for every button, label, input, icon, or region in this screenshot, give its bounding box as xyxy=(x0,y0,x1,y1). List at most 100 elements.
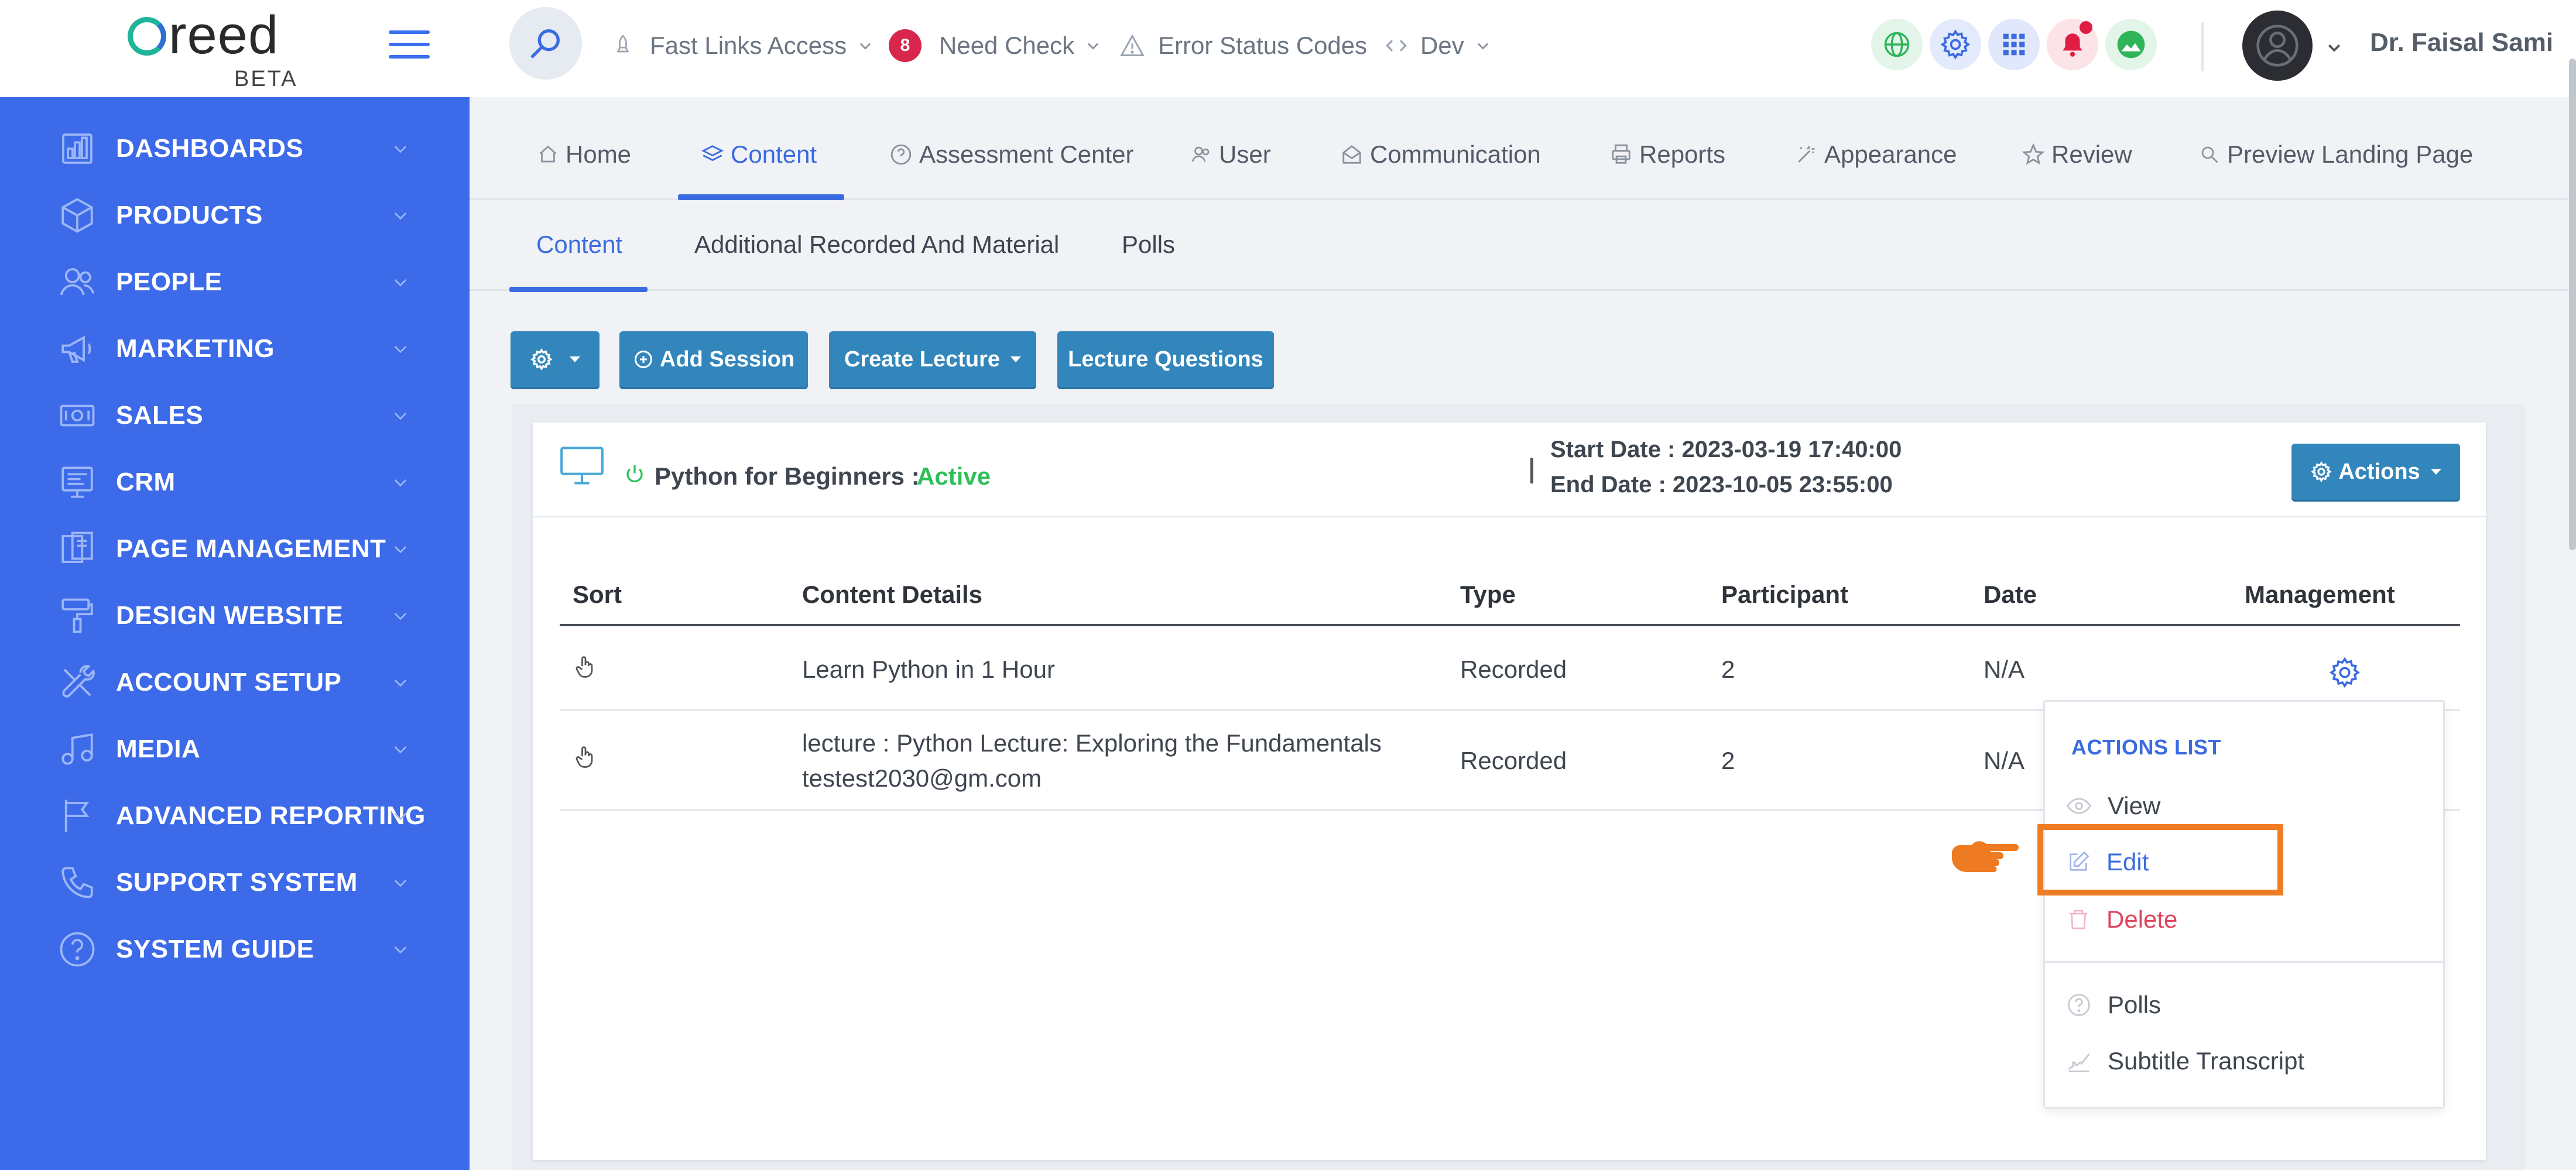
sidebar-item-system-guide[interactable]: SYSTEM GUIDE xyxy=(0,920,470,979)
scrollbar-thumb[interactable] xyxy=(2569,59,2576,550)
magic-wand-icon xyxy=(1798,146,1815,163)
layers-icon xyxy=(701,145,724,162)
drag-handle-icon[interactable] xyxy=(573,654,598,680)
settings-dropdown-button[interactable] xyxy=(511,331,600,387)
add-session-button[interactable]: Add Session xyxy=(619,331,808,387)
notifications-button[interactable] xyxy=(2047,19,2098,70)
chevron-down-icon xyxy=(394,212,407,220)
user-icon xyxy=(2256,25,2298,67)
rocket-icon xyxy=(616,35,629,53)
tab-communication[interactable]: Communication xyxy=(1341,137,1541,172)
drag-handle-icon[interactable] xyxy=(573,744,598,770)
logo-text: reed xyxy=(169,5,279,65)
search-icon xyxy=(2201,146,2218,163)
tab-label: Preview Landing Page xyxy=(2227,140,2474,168)
sidebar-item-label: ACCOUNT SETUP xyxy=(116,668,342,696)
subtab-content[interactable]: Content xyxy=(536,231,622,259)
divider xyxy=(2201,22,2204,71)
menu-item-delete[interactable]: Delete xyxy=(2067,899,2177,940)
column-header-sort[interactable]: Sort xyxy=(573,581,622,609)
tab-assessment-center[interactable]: Assessment Center xyxy=(890,137,1133,172)
sidebar-item-label: DESIGN WEBSITE xyxy=(116,601,344,630)
tab-home[interactable]: Home xyxy=(537,137,631,172)
tab-content[interactable]: Content xyxy=(701,137,817,172)
column-header-participant[interactable]: Participant xyxy=(1721,581,1848,609)
tab-review[interactable]: Review xyxy=(2022,137,2132,172)
user-name[interactable]: Dr. Faisal Sami xyxy=(2370,28,2553,57)
gallery-button[interactable] xyxy=(2105,19,2157,70)
sidebar-item-advanced-reporting[interactable]: ADVANCED REPORTING xyxy=(0,787,470,845)
menu-toggle-icon[interactable] xyxy=(389,30,430,60)
brand-logo[interactable]: reed BETA xyxy=(128,5,303,91)
warning-icon xyxy=(1120,34,1145,56)
sidebar-item-dashboards[interactable]: DASHBOARDS xyxy=(0,119,470,178)
chevron-down-icon xyxy=(394,279,407,287)
sidebar-item-design-website[interactable]: DESIGN WEBSITE xyxy=(0,586,470,645)
subtab-additional-recorded[interactable]: Additional Recorded And Material xyxy=(694,231,1059,259)
row-2-details[interactable]: lecture : Python Lecture: Exploring the … xyxy=(802,726,1382,761)
tab-appearance[interactable]: Appearance xyxy=(1795,137,1957,172)
create-lecture-button[interactable]: Create Lecture xyxy=(829,331,1036,387)
dev-dropdown[interactable]: Dev xyxy=(1384,28,1491,63)
help-circle-icon xyxy=(2068,994,2090,1016)
menu-item-subtitle-transcript[interactable]: Subtitle Transcript xyxy=(2067,1041,2304,1082)
sidebar-item-products[interactable]: PRODUCTS xyxy=(0,186,470,245)
chevron-down-icon xyxy=(394,479,407,487)
menu-item-view[interactable]: View xyxy=(2067,785,2160,826)
power-icon xyxy=(626,465,643,483)
column-header-date[interactable]: Date xyxy=(1984,581,2037,609)
sidebar-item-account-setup[interactable]: ACCOUNT SETUP xyxy=(0,653,470,712)
actions-label: Actions xyxy=(2338,459,2420,484)
sidebar-item-label: MARKETING xyxy=(116,334,275,363)
add-session-label: Add Session xyxy=(659,346,795,372)
active-subtab-indicator xyxy=(509,287,648,292)
gear-icon xyxy=(1940,29,1971,60)
menu-item-label: Subtitle Transcript xyxy=(2108,1047,2305,1075)
fast-links-dropdown[interactable]: Fast Links Access xyxy=(611,28,873,63)
users-icon xyxy=(1191,146,1210,162)
actions-list-title: ACTIONS LIST xyxy=(2071,735,2221,759)
row-1-date: N/A xyxy=(1984,656,2025,683)
search-button[interactable] xyxy=(509,7,582,80)
phone-icon xyxy=(61,867,93,898)
caret-down-icon xyxy=(2430,469,2441,475)
globe-button[interactable] xyxy=(1871,19,1923,70)
row-2-details-email: testest2030@gm.com xyxy=(802,764,1042,792)
actions-button[interactable]: Actions xyxy=(2291,444,2460,500)
tab-label: Communication xyxy=(1370,140,1541,168)
tab-reports[interactable]: Reports xyxy=(1610,137,1725,172)
bell-icon xyxy=(2063,33,2082,57)
end-date: End Date : 2023-10-05 23:55:00 xyxy=(1550,472,1893,497)
subtab-polls[interactable]: Polls xyxy=(1122,231,1175,259)
tab-preview-landing-page[interactable]: Preview Landing Page xyxy=(2199,137,2473,172)
people-icon xyxy=(60,268,95,296)
sidebar-item-page-management[interactable]: PAGE MANAGEMENT xyxy=(0,520,470,578)
sidebar-item-crm[interactable]: CRM xyxy=(0,453,470,512)
megaphone-icon xyxy=(61,335,91,363)
lecture-questions-button[interactable]: Lecture Questions xyxy=(1057,331,1274,387)
settings-button[interactable] xyxy=(1930,19,1981,70)
lecture-questions-label: Lecture Questions xyxy=(1068,346,1263,372)
printer-icon xyxy=(1612,144,1630,164)
row-1-details[interactable]: Learn Python in 1 Hour xyxy=(802,656,1055,684)
star-icon xyxy=(2022,143,2044,165)
sidebar-item-people[interactable]: PEOPLE xyxy=(0,253,470,311)
sidebar-item-sales[interactable]: SALES xyxy=(0,386,470,445)
chevron-down-icon xyxy=(1477,43,1488,50)
need-check-dropdown[interactable]: 8 Need Check xyxy=(889,28,1101,63)
error-status-codes-link[interactable]: Error Status Codes xyxy=(1119,28,1367,63)
column-header-content-details[interactable]: Content Details xyxy=(802,581,982,609)
tab-user[interactable]: User xyxy=(1191,137,1271,172)
menu-item-polls[interactable]: Polls xyxy=(2067,984,2161,1025)
chevron-down-icon xyxy=(1087,43,1099,50)
chevron-down-icon[interactable] xyxy=(2325,39,2343,56)
flag-icon xyxy=(64,800,90,832)
column-header-management[interactable]: Management xyxy=(2245,581,2395,609)
management-gear-icon[interactable] xyxy=(2328,656,2362,689)
column-header-type[interactable]: Type xyxy=(1460,581,1516,609)
sidebar-item-support-system[interactable]: SUPPORT SYSTEM xyxy=(0,853,470,912)
sidebar-item-marketing[interactable]: MARKETING xyxy=(0,320,470,378)
avatar[interactable] xyxy=(2242,11,2313,81)
apps-button[interactable] xyxy=(1988,19,2040,70)
sidebar-item-media[interactable]: MEDIA xyxy=(0,720,470,778)
